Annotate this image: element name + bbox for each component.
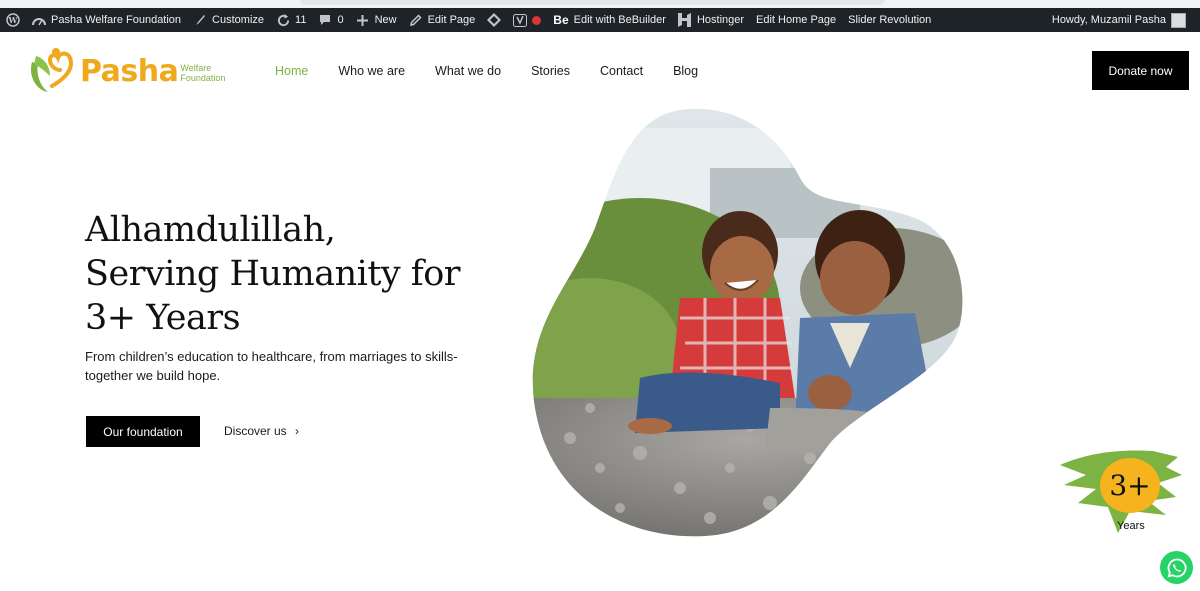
logo-tagline-line2: Foundation xyxy=(180,73,226,83)
hostinger-menu[interactable]: Hostinger xyxy=(672,8,750,32)
nav-blog[interactable]: Blog xyxy=(673,64,698,78)
hostinger-icon xyxy=(678,13,692,27)
plugin-diamond-menu[interactable] xyxy=(481,8,507,32)
comments-menu[interactable]: 0 xyxy=(312,8,349,32)
avatar xyxy=(1171,12,1186,28)
new-label: New xyxy=(374,14,397,26)
site-logo[interactable]: Pasha Welfare Foundation xyxy=(26,46,225,96)
nav-contact[interactable]: Contact xyxy=(600,64,643,78)
edit-home-menu[interactable]: Edit Home Page xyxy=(750,8,842,32)
slider-revolution-menu[interactable]: Slider Revolution xyxy=(842,8,937,32)
wordpress-menu[interactable]: W xyxy=(0,8,26,32)
account-menu[interactable]: Howdy, Muzamil Pasha xyxy=(1046,8,1200,32)
hostinger-label: Hostinger xyxy=(696,14,745,26)
whatsapp-icon xyxy=(1167,558,1186,577)
customize-label: Customize xyxy=(212,14,265,26)
discover-us-link[interactable]: Discover us › xyxy=(224,424,299,438)
browser-tab-pill xyxy=(300,0,885,5)
site-name-menu[interactable]: Pasha Welfare Foundation xyxy=(26,8,187,32)
customize-menu[interactable]: Customize xyxy=(187,8,270,32)
donate-button[interactable]: Donate now xyxy=(1092,51,1189,90)
chevron-right-icon: › xyxy=(295,424,300,438)
years-badge-number: 3+ xyxy=(1100,458,1160,513)
logo-mark-icon xyxy=(30,48,73,92)
refresh-icon xyxy=(276,13,290,27)
logo-tagline-line1: Welfare xyxy=(180,63,212,73)
bebuilder-logo: Be xyxy=(553,13,569,27)
bebuilder-label: Edit with BeBuilder xyxy=(573,14,666,26)
whatsapp-button[interactable] xyxy=(1160,551,1193,584)
hero-title: Alhamdulillah, Serving Humanity for 3+ Y… xyxy=(85,208,515,340)
edit-home-label: Edit Home Page xyxy=(756,14,837,26)
main-nav: Home Who we are What we do Stories Conta… xyxy=(275,64,698,78)
hero-title-line2: Serving Humanity for xyxy=(85,254,461,294)
nav-stories[interactable]: Stories xyxy=(531,64,570,78)
diamond-icon xyxy=(487,13,502,27)
howdy-label: Howdy, Muzamil Pasha xyxy=(1051,14,1166,26)
our-foundation-button[interactable]: Our foundation xyxy=(86,416,200,447)
logo-name: Pasha xyxy=(80,53,179,89)
updates-count: 11 xyxy=(295,14,307,26)
bebuilder-menu[interactable]: Be Edit with BeBuilder xyxy=(547,8,672,32)
dashboard-icon xyxy=(32,13,46,27)
comment-icon xyxy=(318,13,332,27)
wp-admin-bar: W Pasha Welfare Foundation Customize 11 … xyxy=(0,8,1200,32)
browser-strip xyxy=(0,0,1200,8)
new-content-menu[interactable]: New xyxy=(350,8,403,32)
pencil-icon xyxy=(409,13,423,27)
discover-us-label: Discover us xyxy=(224,424,287,438)
hero-title-line3: 3+ Years xyxy=(85,298,241,338)
svg-text:W: W xyxy=(8,15,19,25)
years-badge-label: Years xyxy=(1117,520,1145,532)
seo-status-dot xyxy=(532,15,542,25)
seo-menu[interactable] xyxy=(507,8,547,32)
brush-icon xyxy=(193,13,207,27)
slider-label: Slider Revolution xyxy=(848,14,932,26)
hero-image xyxy=(532,108,963,537)
nav-what-we-do[interactable]: What we do xyxy=(435,64,501,78)
comments-count: 0 xyxy=(337,14,344,26)
hero-title-line1: Alhamdulillah, xyxy=(85,210,336,250)
plus-icon xyxy=(356,13,370,27)
site-name: Pasha Welfare Foundation xyxy=(51,14,182,26)
nav-who-we-are[interactable]: Who we are xyxy=(338,64,405,78)
yoast-icon xyxy=(513,13,528,27)
wordpress-icon: W xyxy=(6,13,20,27)
edit-page-label: Edit Page xyxy=(427,14,476,26)
logo-tagline: Welfare Foundation xyxy=(180,63,225,83)
updates-menu[interactable]: 11 xyxy=(270,8,312,32)
hero-description: From children’s education to healthcare,… xyxy=(85,349,458,383)
nav-home[interactable]: Home xyxy=(275,64,308,78)
edit-page-menu[interactable]: Edit Page xyxy=(403,8,482,32)
